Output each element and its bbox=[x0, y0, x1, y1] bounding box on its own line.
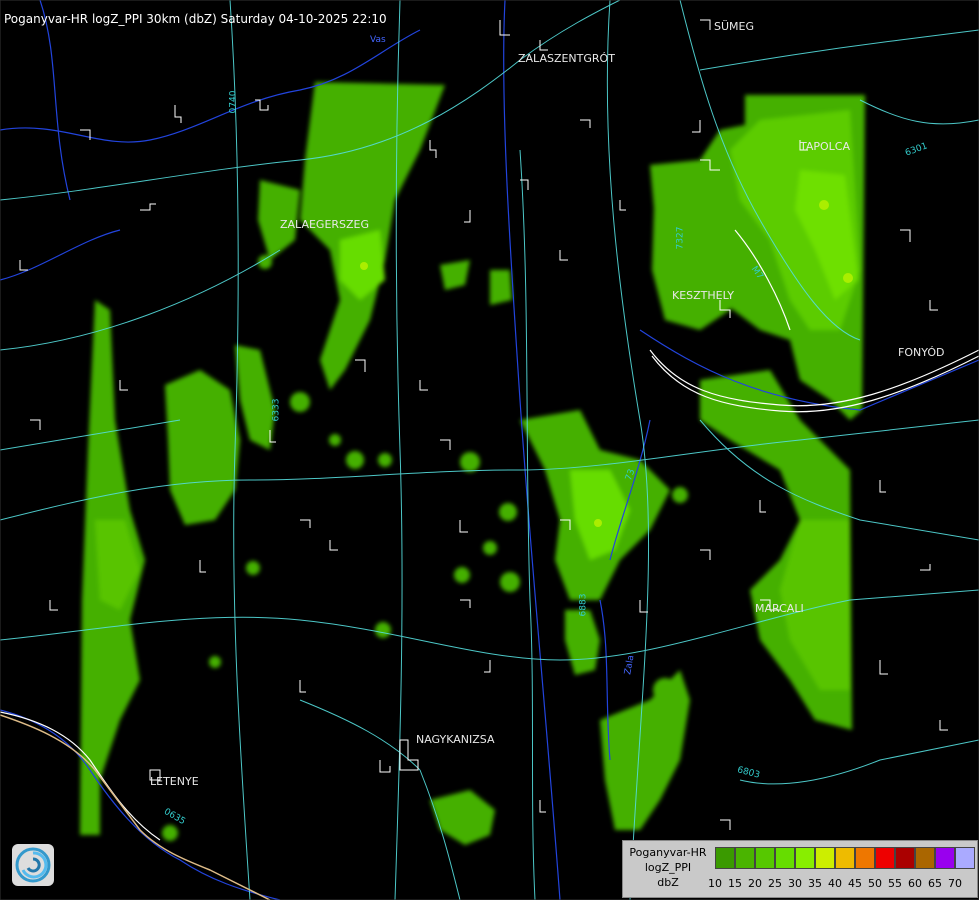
road-label: 6883 bbox=[578, 593, 589, 617]
city-label-nagykanizsa: NAGYKANIZSA bbox=[416, 733, 495, 746]
legend-swatch bbox=[915, 847, 935, 869]
road-label: 7327 bbox=[675, 226, 686, 250]
legend-swatch bbox=[855, 847, 875, 869]
legend-swatch bbox=[935, 847, 955, 869]
legend-tick: 65 bbox=[928, 877, 942, 890]
road-label: Vas bbox=[370, 35, 386, 45]
radar-logo-icon bbox=[12, 844, 54, 886]
legend-label: Poganyvar-HR logZ_PPI dbZ bbox=[625, 845, 711, 890]
city-label-tapolca: TAPOLCA bbox=[800, 140, 851, 153]
legend-tick: 20 bbox=[748, 877, 762, 890]
legend-tick: 45 bbox=[848, 877, 862, 890]
legend-label-line: logZ_PPI bbox=[644, 861, 692, 874]
legend-swatch bbox=[715, 847, 735, 869]
legend-label-line: Poganyvar-HR bbox=[629, 846, 707, 859]
legend-swatch bbox=[755, 847, 775, 869]
legend-swatch bbox=[895, 847, 915, 869]
city-label-marcali: MARCALI bbox=[755, 602, 804, 615]
legend-label-line: dbZ bbox=[657, 876, 679, 889]
legend-tick: 50 bbox=[868, 877, 882, 890]
map-title: Poganyvar-HR logZ_PPI 30km (dbZ) Saturda… bbox=[4, 12, 387, 26]
legend-tick: 40 bbox=[828, 877, 842, 890]
legend-swatch bbox=[955, 847, 975, 869]
city-label-zalaszentgrot: ZALASZENTGRÓT bbox=[518, 52, 615, 65]
legend-tick: 35 bbox=[808, 877, 822, 890]
legend-swatch bbox=[875, 847, 895, 869]
legend-swatch bbox=[735, 847, 755, 869]
legend-swatch bbox=[795, 847, 815, 869]
city-label-fonyod: FONYÓD bbox=[898, 346, 945, 359]
city-label-letenye: LETENYE bbox=[150, 775, 199, 788]
road-label: 0740 bbox=[228, 90, 239, 114]
legend-tick: 55 bbox=[888, 877, 902, 890]
color-legend: Poganyvar-HR logZ_PPI dbZ 10 15 20 25 30 35 40… bbox=[622, 840, 978, 898]
legend-tick: 30 bbox=[788, 877, 802, 890]
city-label-sumeg: SÜMEG bbox=[714, 20, 754, 33]
legend-tick: 70 bbox=[948, 877, 962, 890]
city-label-keszthely: KESZTHELY bbox=[672, 289, 735, 302]
legend-tick: 10 bbox=[708, 877, 722, 890]
city-label-zalaegerszeg: ZALAEGERSZEG bbox=[280, 218, 370, 231]
legend-swatch bbox=[835, 847, 855, 869]
legend-tick: 25 bbox=[768, 877, 782, 890]
legend-swatch bbox=[815, 847, 835, 869]
radar-map[interactable] bbox=[0, 0, 979, 900]
legend-swatch bbox=[775, 847, 795, 869]
road-label: 6333 bbox=[271, 398, 282, 422]
legend-tick: 60 bbox=[908, 877, 922, 890]
legend-tick: 15 bbox=[728, 877, 742, 890]
